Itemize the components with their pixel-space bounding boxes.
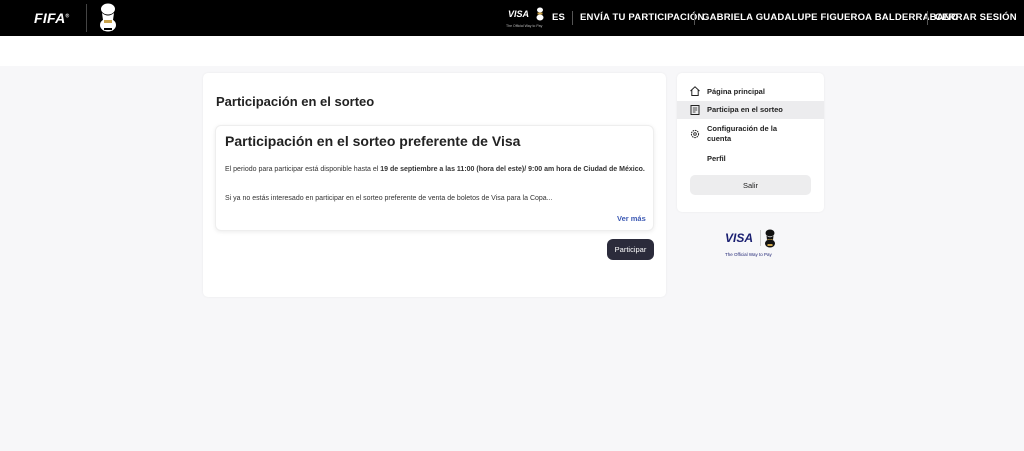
nav-submit-entry[interactable]: ENVÍA TU PARTICIPACIÓN [580, 12, 705, 23]
logout-button[interactable]: Salir [690, 175, 811, 195]
visa-draw-card: Participación en el sorteo preferente de… [215, 125, 654, 231]
gear-icon [690, 129, 700, 139]
nav-divider [927, 11, 928, 25]
sidebar-item-account-settings[interactable]: Configuración de la cuenta [677, 122, 824, 146]
header-spacer [0, 36, 1024, 66]
sidebar-menu: Página principal Participa en el sorteo … [677, 73, 824, 212]
card-title: Participación en el sorteo preferente de… [225, 133, 521, 149]
world-cup-trophy-icon [536, 7, 544, 21]
home-icon [690, 86, 700, 96]
logo-divider [86, 4, 87, 32]
nav-divider [694, 11, 695, 25]
nav-logout[interactable]: CERRAR SESIÓN [935, 12, 1017, 23]
sidebar-item-profile[interactable]: Perfil [677, 152, 824, 166]
see-more-link[interactable]: Ver más [617, 214, 646, 223]
world-cup-trophy-icon [765, 229, 775, 248]
sidebar-item-draw[interactable]: Participa en el sorteo [677, 101, 824, 119]
nav-user-name[interactable]: GABRIELA GUADALUPE FIGUEROA BALDERRABANO [702, 12, 958, 23]
fifa-logo[interactable]: FIFA® [34, 10, 70, 26]
visa-official-sponsor: VISA The Official Way to Pay [725, 229, 779, 261]
nav-divider [572, 11, 573, 25]
visa-sponsor-badge: VISA The Official Way to Pay [506, 7, 544, 28]
participate-button[interactable]: Participar [607, 239, 654, 260]
sponsor-divider [760, 230, 761, 246]
sidebar-item-home[interactable]: Página principal [677, 84, 824, 98]
document-icon [690, 105, 700, 115]
page-title: Participación en el sorteo [216, 94, 375, 109]
draw-participation-panel: Participación en el sorteo Participación… [203, 73, 666, 297]
language-selector[interactable]: ES [552, 12, 565, 23]
description-text: Si ya no estás interesado en participar … [225, 195, 553, 202]
world-cup-trophy-icon [100, 3, 116, 32]
top-navigation-bar: FIFA® VISA The Official Way to Pay ES EN… [0, 0, 1024, 36]
deadline-text: El periodo para participar está disponib… [225, 166, 645, 173]
